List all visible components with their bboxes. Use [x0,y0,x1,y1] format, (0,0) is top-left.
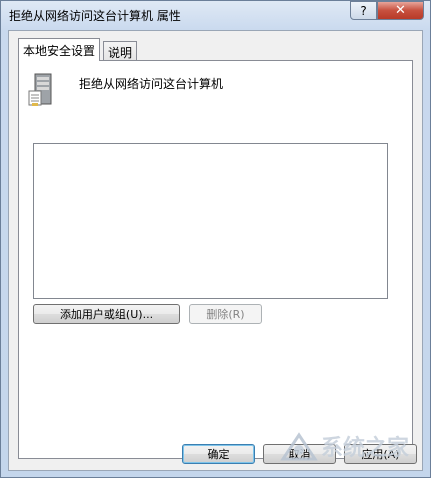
add-user-or-group-button[interactable]: 添加用户或组(U)... [33,304,180,324]
help-icon: ? [360,3,367,18]
tab-panel: 拒绝从网络访问这台计算机 添加用户或组(U)... 删除(R) [18,60,413,459]
close-button[interactable]: ✕ [377,1,424,20]
user-group-list[interactable] [33,143,388,299]
policy-title: 拒绝从网络访问这台计算机 [79,77,224,91]
tab-label: 本地安全设置 [23,43,96,58]
watermark-text: 系统之家 [321,435,410,461]
ok-button[interactable]: 确定 [182,444,255,464]
tab-label: 说明 [108,45,133,60]
tab-local-security-setting[interactable]: 本地安全设置 [18,38,101,61]
dialog-client: 本地安全设置 说明 拒绝从网络访问这台计算机 添加用户或组(U)... 删除(R… [8,30,423,471]
tab-explain[interactable]: 说明 [103,41,138,62]
title-bar[interactable]: 拒绝从网络访问这台计算机 属性 ? ✕ [1,1,430,29]
server-icon [28,73,52,106]
watermark-logo: 系统之家 [280,432,410,461]
help-button[interactable]: ? [350,1,377,20]
properties-window: 拒绝从网络访问这台计算机 属性 ? ✕ 本地安全设置 说明 拒绝从网络访问这台计… [0,0,431,478]
window-title: 拒绝从网络访问这台计算机 属性 [9,9,181,23]
remove-button[interactable]: 删除(R) [189,304,262,324]
close-icon: ✕ [395,3,406,18]
